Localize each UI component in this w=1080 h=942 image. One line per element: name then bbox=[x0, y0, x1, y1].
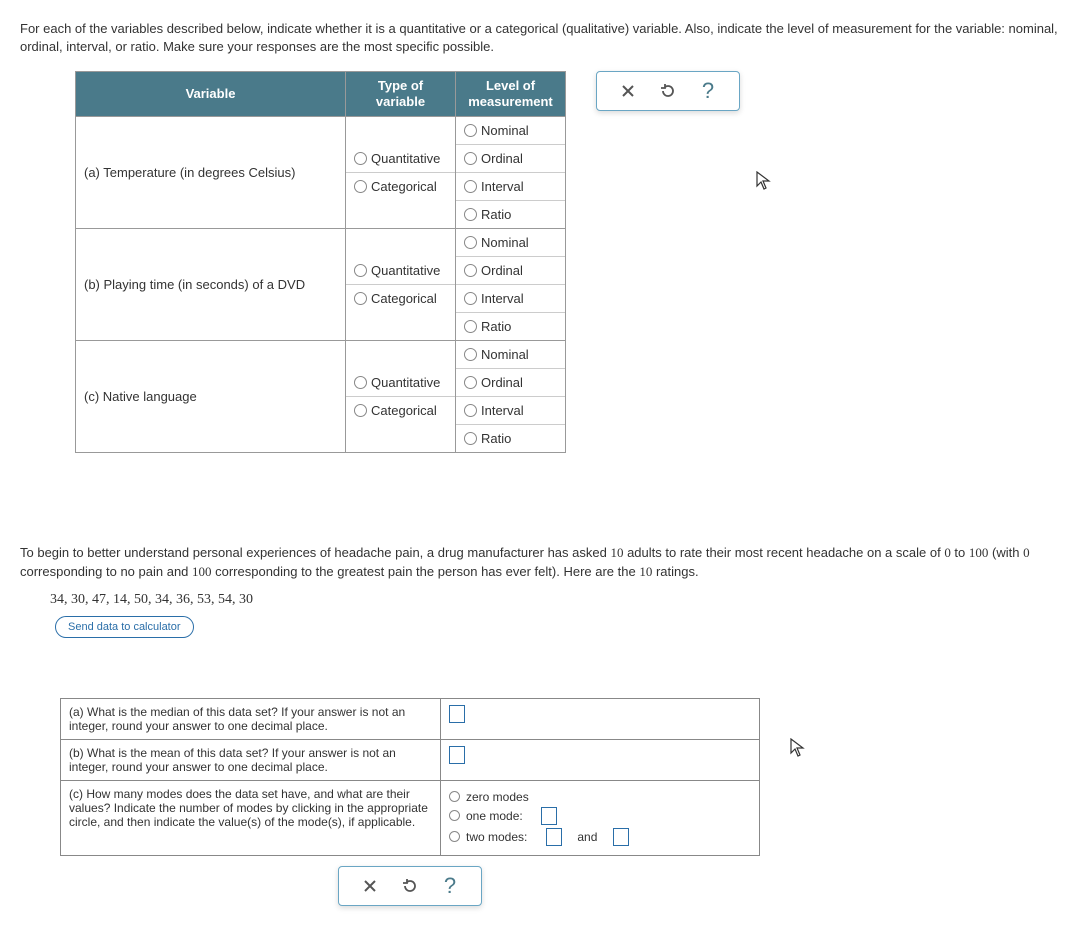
variable-label: (c) Native language bbox=[76, 340, 346, 452]
help-button[interactable]: ? bbox=[439, 875, 461, 897]
median-input[interactable] bbox=[449, 705, 465, 723]
part-a-prompt: (a) What is the median of this data set?… bbox=[61, 698, 441, 739]
one-mode-input[interactable] bbox=[541, 807, 557, 825]
table-row: (b) Playing time (in seconds) of a DVD Q… bbox=[76, 228, 566, 340]
toolbar: ? bbox=[338, 866, 482, 906]
radio-quantitative[interactable]: Quantitative bbox=[346, 369, 455, 397]
radio-categorical[interactable]: Categorical bbox=[346, 173, 455, 200]
header-type: Type of variable bbox=[346, 72, 456, 116]
q2-instructions: To begin to better understand personal e… bbox=[20, 543, 1060, 582]
mean-input[interactable] bbox=[449, 746, 465, 764]
radio-interval[interactable]: Interval bbox=[456, 173, 565, 201]
radio-categorical[interactable]: Categorical bbox=[346, 285, 455, 312]
radio-zero-modes[interactable]: zero modes bbox=[449, 790, 751, 804]
table-row: (c) Native language Quantitative Categor… bbox=[76, 340, 566, 452]
reset-button[interactable] bbox=[399, 875, 421, 897]
cursor-icon bbox=[790, 738, 806, 761]
radio-ordinal[interactable]: Ordinal bbox=[456, 257, 565, 285]
two-modes-input-1[interactable] bbox=[546, 828, 562, 846]
help-button[interactable]: ? bbox=[697, 80, 719, 102]
table-row: (b) What is the mean of this data set? I… bbox=[61, 739, 760, 780]
header-variable: Variable bbox=[76, 72, 346, 116]
variable-label: (b) Playing time (in seconds) of a DVD bbox=[76, 228, 346, 340]
table-row: (a) Temperature (in degrees Celsius) Qua… bbox=[76, 116, 566, 228]
radio-ratio[interactable]: Ratio bbox=[456, 425, 565, 452]
data-values: 34, 30, 47, 14, 50, 34, 36, 53, 54, 30 bbox=[50, 592, 1060, 608]
answer-table: (a) What is the median of this data set?… bbox=[60, 698, 760, 856]
close-button[interactable] bbox=[617, 80, 639, 102]
send-data-button[interactable]: Send data to calculator bbox=[55, 616, 194, 638]
toolbar: ? bbox=[596, 71, 740, 111]
q1-instructions: For each of the variables described belo… bbox=[20, 20, 1060, 56]
header-level: Level of measurement bbox=[456, 72, 566, 116]
part-c-prompt: (c) How many modes does the data set hav… bbox=[61, 780, 441, 855]
radio-ordinal[interactable]: Ordinal bbox=[456, 145, 565, 173]
radio-nominal[interactable]: Nominal bbox=[456, 117, 565, 145]
radio-interval[interactable]: Interval bbox=[456, 397, 565, 425]
radio-nominal[interactable]: Nominal bbox=[456, 229, 565, 257]
radio-quantitative[interactable]: Quantitative bbox=[346, 145, 455, 173]
reset-button[interactable] bbox=[657, 80, 679, 102]
table-row: (c) How many modes does the data set hav… bbox=[61, 780, 760, 855]
close-button[interactable] bbox=[359, 875, 381, 897]
radio-ratio[interactable]: Ratio bbox=[456, 201, 565, 228]
radio-nominal[interactable]: Nominal bbox=[456, 341, 565, 369]
radio-categorical[interactable]: Categorical bbox=[346, 397, 455, 424]
radio-ordinal[interactable]: Ordinal bbox=[456, 369, 565, 397]
radio-interval[interactable]: Interval bbox=[456, 285, 565, 313]
variable-table: Variable Type of variable Level of measu… bbox=[75, 71, 566, 452]
table-row: (a) What is the median of this data set?… bbox=[61, 698, 760, 739]
radio-quantitative[interactable]: Quantitative bbox=[346, 257, 455, 285]
cursor-icon bbox=[756, 171, 772, 194]
part-b-prompt: (b) What is the mean of this data set? I… bbox=[61, 739, 441, 780]
radio-ratio[interactable]: Ratio bbox=[456, 313, 565, 340]
radio-two-modes[interactable]: two modes: and bbox=[449, 828, 751, 846]
two-modes-input-2[interactable] bbox=[613, 828, 629, 846]
variable-label: (a) Temperature (in degrees Celsius) bbox=[76, 116, 346, 228]
radio-one-mode[interactable]: one mode: bbox=[449, 807, 751, 825]
